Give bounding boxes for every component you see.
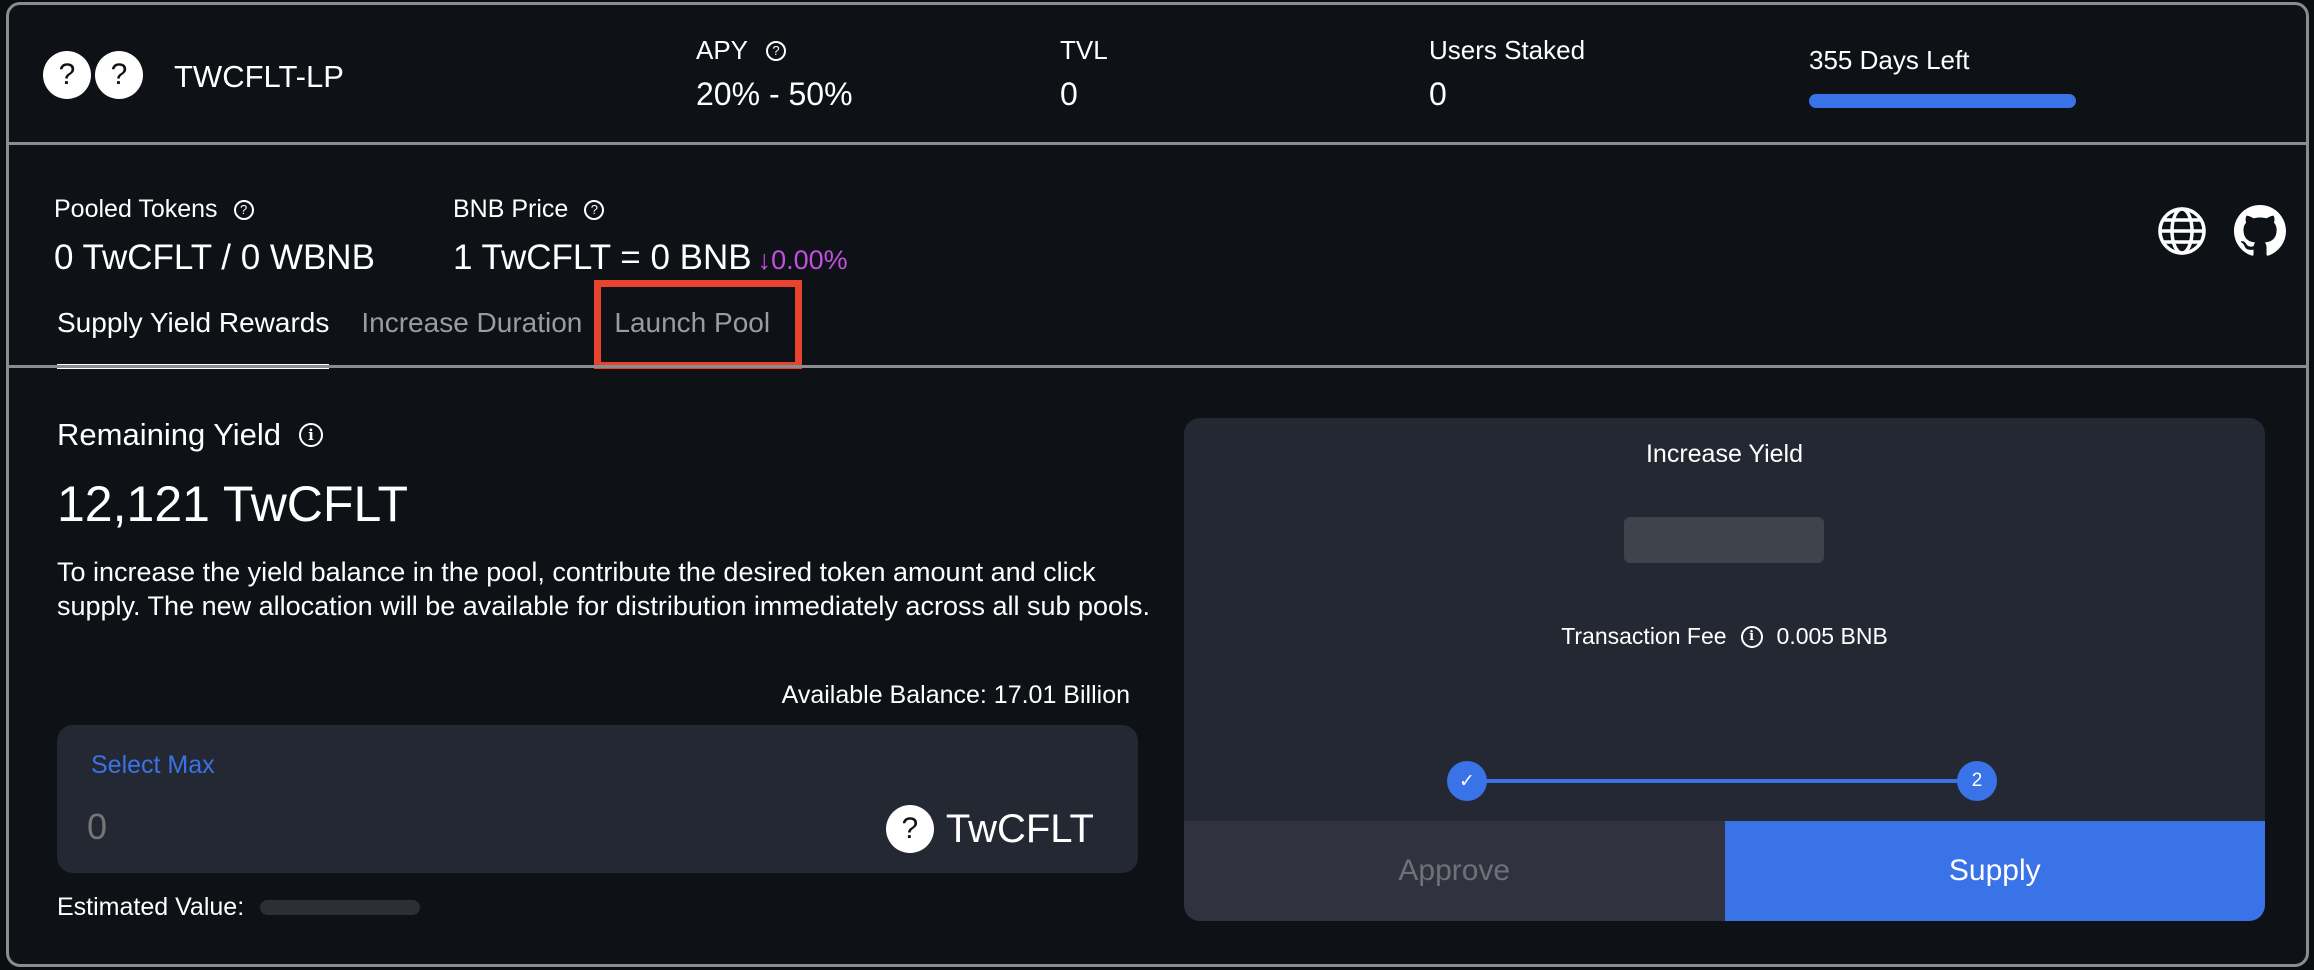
token-selector[interactable]: ? TwCFLT [885, 805, 1094, 853]
pool-name: TWCFLT-LP [174, 59, 344, 94]
price-change: ↓0.00% [757, 245, 848, 275]
stat-tvl: TVL 0 [1060, 35, 1108, 113]
estimated-value-loading [260, 900, 421, 915]
stat-users-staked-value: 0 [1429, 76, 1447, 112]
remaining-yield-value: 12,121 TwCFLT [57, 476, 409, 532]
remaining-yield-title: Remaining Yield i [57, 417, 324, 453]
token-symbol: TwCFLT [945, 806, 1094, 851]
pooled-tokens-value: 0 TwCFLT / 0 WBNB [54, 238, 375, 277]
stat-tvl-value: 0 [1060, 76, 1078, 112]
stat-users-staked: Users Staked 0 [1429, 35, 1585, 113]
header-divider [9, 142, 2306, 145]
step-supply-number: 2 [1957, 761, 1997, 801]
info-icon[interactable]: i [299, 423, 324, 447]
estimated-value-label: Estimated Value: [57, 893, 245, 921]
card-loading-placeholder [1624, 517, 1824, 563]
bnb-price-label: BNB Price [453, 195, 569, 223]
days-left-progress-fill [1809, 94, 2076, 108]
days-left: 355 Days Left [1809, 45, 2076, 108]
supply-description: To increase the yield balance in the poo… [57, 557, 1151, 621]
help-icon[interactable]: ? [766, 40, 787, 61]
token-b-question-icon: ? [95, 51, 143, 99]
transaction-fee: Transaction Fee i 0.005 BNB [1184, 623, 2265, 650]
help-icon[interactable]: ? [584, 199, 605, 220]
tab-supply-yield-rewards[interactable]: Supply Yield Rewards [57, 303, 330, 369]
stat-apy-label: APY [696, 35, 749, 65]
stat-users-staked-label: Users Staked [1429, 35, 1586, 65]
increase-yield-card: Increase Yield Transaction Fee i 0.005 B… [1184, 418, 2265, 921]
days-left-progress-bar [1809, 94, 2076, 108]
external-links [2156, 205, 2286, 257]
token-pair-icons: ? ? [43, 51, 143, 99]
token-a-question-icon: ? [43, 51, 91, 99]
stat-apy: APY? 20% - 50% [696, 35, 853, 113]
days-left-label: 355 Days Left [1809, 45, 1970, 75]
action-buttons: Approve Supply [1184, 821, 2265, 921]
amount-input-box: Select Max ? TwCFLT [57, 725, 1138, 873]
help-icon[interactable]: ? [233, 199, 254, 220]
progress-stepper: ✓ 2 [1447, 761, 1997, 801]
stat-apy-value: 20% - 50% [696, 76, 853, 112]
bnb-price-value: 1 TwCFLT = 0 BNB [453, 238, 752, 277]
select-max-button[interactable]: Select Max [91, 751, 215, 780]
remaining-yield-label: Remaining Yield [57, 417, 282, 452]
info-icon[interactable]: i [1740, 625, 1763, 648]
supply-button[interactable]: Supply [1724, 821, 2265, 921]
bnb-price: BNB Price? 1 TwCFLT = 0 BNB ↓0.00% [453, 195, 848, 278]
step-approve-check-icon: ✓ [1447, 761, 1487, 801]
fee-label: Transaction Fee [1561, 623, 1727, 649]
globe-icon[interactable] [2156, 205, 2208, 257]
card-title: Increase Yield [1645, 440, 1804, 468]
tabs-divider [9, 365, 2306, 368]
pool-panel: ? ? TWCFLT-LP APY? 20% - 50% TVL 0 Users… [6, 2, 2309, 967]
available-balance: Available Balance: 17.01 Billion [781, 681, 1130, 709]
estimated-value: Estimated Value: [57, 893, 421, 922]
launch-pool-highlight [594, 280, 802, 369]
stat-tvl-label: TVL [1060, 35, 1108, 65]
amount-input[interactable] [87, 801, 687, 853]
fee-value: 0.005 BNB [1776, 623, 1888, 649]
stepper-line [1467, 779, 1977, 783]
approve-button[interactable]: Approve [1184, 821, 1725, 921]
tab-increase-duration[interactable]: Increase Duration [361, 303, 582, 369]
pooled-tokens-label: Pooled Tokens [54, 195, 218, 223]
github-icon[interactable] [2234, 205, 2286, 257]
token-question-icon: ? [885, 805, 934, 853]
pooled-tokens: Pooled Tokens? 0 TwCFLT / 0 WBNB [54, 195, 375, 278]
